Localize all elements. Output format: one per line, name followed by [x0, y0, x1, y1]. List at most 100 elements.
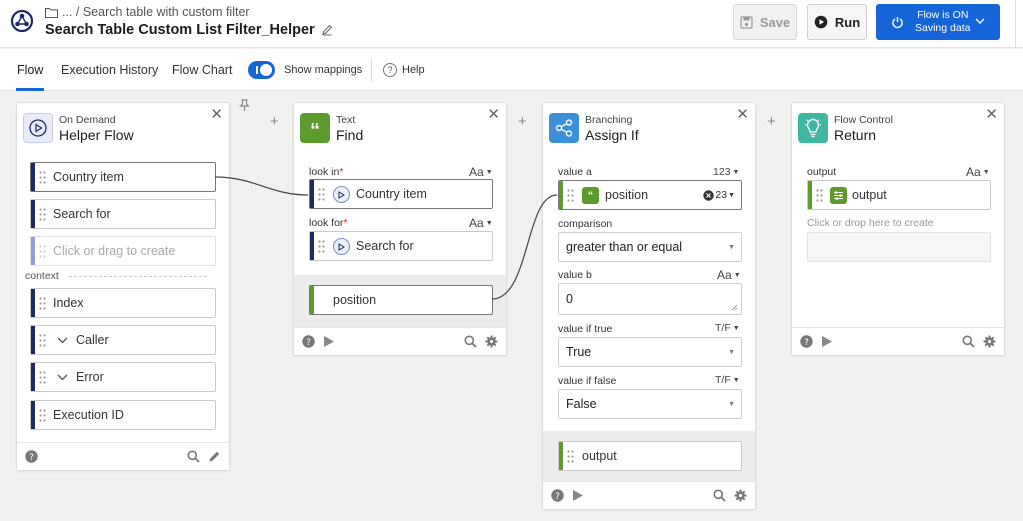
close-icon[interactable]: ✕ — [210, 107, 223, 122]
context-item-label: Caller — [76, 333, 109, 347]
type-selector[interactable]: 123 ▼ — [713, 166, 739, 178]
context-item-index[interactable]: Index — [30, 288, 216, 318]
mapped-value: output — [852, 188, 887, 202]
gear-icon[interactable] — [734, 489, 747, 502]
find-card[interactable]: “ Text Find ✕ look in* Aa ▼ Country item … — [293, 102, 507, 356]
search-icon[interactable] — [962, 335, 975, 348]
run-label: Run — [834, 14, 861, 30]
add-step-button[interactable]: + — [767, 113, 776, 130]
drag-handle-icon — [39, 245, 46, 258]
type-selector[interactable]: T/F ▼ — [715, 322, 740, 334]
chevron-down-icon[interactable] — [57, 337, 68, 344]
drag-handle-icon[interactable] — [39, 171, 46, 184]
input-search-for[interactable]: Search for — [30, 199, 216, 229]
assign-if-card[interactable]: Branching Assign If ✕ value a 123 ▼ “ pos… — [542, 102, 756, 510]
drag-handle-icon[interactable] — [567, 450, 574, 463]
search-icon[interactable] — [464, 335, 477, 348]
comparison-label: comparison — [558, 218, 613, 230]
comparison-select[interactable]: greater than or equal ▼ — [558, 232, 742, 262]
value-b-input[interactable]: 0 — [558, 283, 742, 315]
tab-flow[interactable]: Flow — [17, 63, 43, 77]
search-icon[interactable] — [713, 489, 726, 502]
play-icon[interactable] — [571, 489, 584, 502]
save-button[interactable]: Save — [733, 4, 797, 40]
card-footer: ? — [543, 481, 755, 509]
context-item-error[interactable]: Error — [30, 362, 216, 392]
drag-handle-icon[interactable] — [816, 189, 823, 202]
show-mappings-toggle[interactable] — [248, 61, 275, 79]
drag-handle-icon[interactable] — [318, 240, 325, 253]
run-button[interactable]: Run — [807, 4, 867, 40]
help-icon[interactable]: ? — [383, 63, 397, 77]
edit-pencil-icon[interactable] — [208, 450, 221, 463]
conversion-badge[interactable]: 23 ▼ — [703, 189, 735, 201]
play-icon[interactable] — [322, 335, 335, 348]
gear-icon[interactable] — [485, 335, 498, 348]
look-in-field[interactable]: Country item — [309, 179, 493, 209]
drag-handle-icon[interactable] — [39, 334, 46, 347]
add-step-button[interactable]: + — [518, 113, 527, 130]
type-selector[interactable]: T/F ▼ — [715, 374, 740, 386]
input-country-item[interactable]: Country item — [30, 162, 216, 192]
if-true-select[interactable]: True ▼ — [558, 337, 742, 367]
breadcrumb-text[interactable]: ... / Search table with custom filter — [62, 5, 250, 19]
help-circle-icon[interactable]: ? — [800, 335, 813, 348]
gear-icon[interactable] — [983, 335, 996, 348]
show-mappings-label[interactable]: Show mappings — [284, 64, 362, 76]
search-icon[interactable] — [187, 450, 200, 463]
context-item-execution-id[interactable]: Execution ID — [30, 400, 216, 430]
close-icon[interactable]: ✕ — [985, 107, 998, 122]
add-step-button[interactable]: + — [270, 113, 279, 130]
lightbulb-icon — [798, 113, 828, 143]
resize-handle-icon[interactable] — [731, 304, 738, 311]
mapped-value: Search for — [356, 239, 414, 253]
output-position[interactable]: position — [309, 285, 493, 315]
selected-value: False — [566, 397, 597, 411]
output-field[interactable]: output — [558, 441, 742, 471]
drop-zone[interactable] — [807, 232, 991, 262]
page-title: Search Table Custom List Filter_Helper — [45, 22, 333, 38]
card-category: Flow Control — [834, 114, 893, 126]
if-false-select[interactable]: False ▼ — [558, 389, 742, 419]
app-logo-icon[interactable] — [10, 9, 34, 33]
remove-icon[interactable] — [703, 189, 715, 201]
type-selector[interactable]: Aa ▼ — [966, 165, 990, 179]
breadcrumb[interactable]: ... / Search table with custom filter — [45, 5, 250, 19]
look-for-field[interactable]: Search for — [309, 231, 493, 261]
helper-flow-card[interactable]: On Demand Helper Flow ✕ Country item Sea… — [16, 102, 230, 471]
context-item-caller[interactable]: Caller — [30, 325, 216, 355]
drag-handle-icon[interactable] — [39, 371, 46, 384]
tab-execution-history[interactable]: Execution History — [61, 63, 158, 77]
chevron-down-icon — [975, 18, 985, 24]
card-category: On Demand — [59, 114, 116, 126]
card-category: Branching — [585, 114, 633, 126]
value-a-field[interactable]: “ position 23 ▼ — [558, 180, 742, 210]
return-card[interactable]: Flow Control Return ✕ output Aa ▼ output … — [791, 102, 1005, 356]
play-icon[interactable] — [820, 335, 833, 348]
chevron-down-icon[interactable] — [57, 374, 68, 381]
type-selector[interactable]: Aa ▼ — [717, 268, 741, 282]
flow-status-button[interactable]: Flow is ON Saving data — [876, 4, 1000, 40]
return-output-field[interactable]: output — [807, 180, 991, 210]
drag-handle-icon[interactable] — [39, 208, 46, 221]
chevron-down-icon: ▼ — [728, 349, 735, 356]
close-icon[interactable]: ✕ — [736, 107, 749, 122]
drag-handle-icon[interactable] — [318, 188, 325, 201]
tab-flow-chart[interactable]: Flow Chart — [172, 63, 232, 77]
pin-icon[interactable] — [239, 99, 250, 112]
type-selector[interactable]: Aa ▼ — [469, 216, 493, 230]
create-input-placeholder[interactable]: Click or drag to create — [30, 236, 216, 266]
chevron-down-icon: ▼ — [728, 244, 735, 251]
edit-pencil-icon[interactable] — [321, 24, 333, 36]
drag-handle-icon[interactable] — [567, 189, 574, 202]
help-link[interactable]: Help — [402, 64, 425, 76]
drag-handle-icon[interactable] — [39, 297, 46, 310]
drag-handle-icon[interactable] — [39, 409, 46, 422]
type-selector[interactable]: Aa ▼ — [469, 165, 493, 179]
chevron-down-icon: ▼ — [728, 401, 735, 408]
folder-icon — [45, 7, 58, 18]
help-circle-icon[interactable]: ? — [302, 335, 315, 348]
help-circle-icon[interactable]: ? — [25, 450, 38, 463]
help-circle-icon[interactable]: ? — [551, 489, 564, 502]
close-icon[interactable]: ✕ — [487, 107, 500, 122]
